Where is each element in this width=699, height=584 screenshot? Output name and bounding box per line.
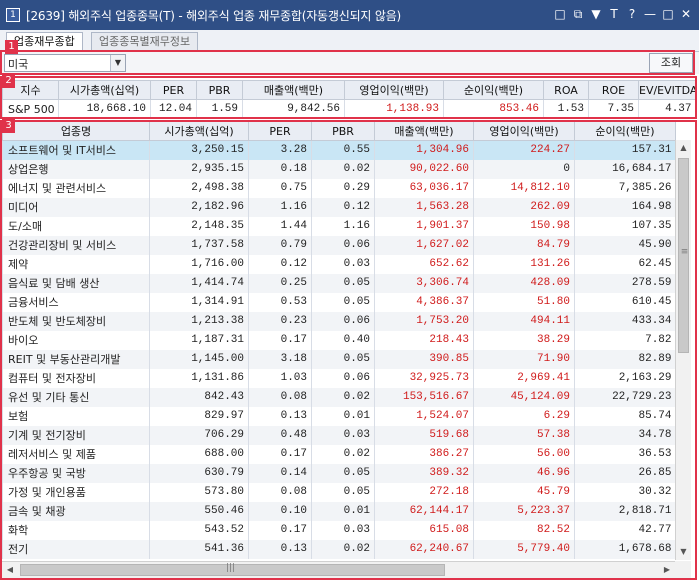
help-icon[interactable]: ?: [625, 7, 639, 21]
tab-industry-stock-financial-info[interactable]: 업종종목별재무정보: [91, 32, 199, 52]
screen-icon[interactable]: □: [553, 7, 567, 21]
font-size-icon[interactable]: T: [607, 7, 621, 21]
duplicate-window-icon[interactable]: ⧉: [571, 7, 585, 21]
app-icon: 1: [6, 8, 20, 22]
close-icon[interactable]: ✕: [679, 7, 693, 21]
highlight-box-1: [0, 50, 695, 75]
minimize-icon[interactable]: —: [643, 7, 657, 21]
window-titlebar: 1 [2639] 해외주식 업종종목(T) - 해외주식 업종 재무종합(자동갱…: [0, 0, 699, 30]
section-marker-1: 1: [5, 40, 18, 54]
pin-icon[interactable]: ▼: [589, 7, 603, 21]
section-marker-3: 3: [2, 119, 15, 133]
window-title: [2639] 해외주식 업종종목(T) - 해외주식 업종 재무종합(자동갱신되…: [26, 8, 402, 23]
maximize-icon[interactable]: □: [661, 7, 675, 21]
tab-bar: 업종재무종합 업종종목별재무정보: [0, 30, 699, 52]
section-marker-2: 2: [2, 74, 15, 88]
highlight-box-2: [0, 76, 697, 119]
window-controls: □ ⧉ ▼ T ? — □ ✕: [553, 7, 693, 21]
highlight-box-3: [0, 120, 697, 580]
